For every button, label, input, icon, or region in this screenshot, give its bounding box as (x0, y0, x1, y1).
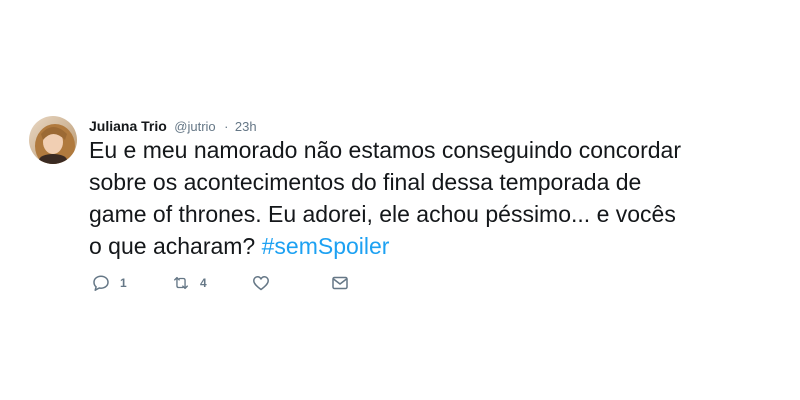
hashtag-link[interactable]: #semSpoiler (262, 233, 390, 259)
tweet-text-line: sobre os acontecimentos do final dessa t… (89, 169, 642, 195)
tweet-header: Juliana Trio @jutrio · 23h (89, 117, 257, 135)
envelope-icon (331, 274, 349, 292)
author-handle: @jutrio (174, 119, 216, 134)
tweet-card[interactable]: Juliana Trio @jutrio · 23h Eu e meu namo… (0, 0, 800, 400)
reply-count: 1 (120, 276, 127, 290)
header-separator: · (224, 119, 229, 134)
avatar-photo (29, 116, 77, 164)
tweet-text-line-last: o que acharam? #semSpoiler (89, 230, 779, 262)
avatar[interactable] (29, 116, 77, 164)
tweet-text: Eu e meu namorado não estamos conseguind… (89, 134, 779, 262)
retweet-icon (172, 274, 190, 292)
retweet-button[interactable]: 4 (172, 273, 207, 293)
direct-message-button[interactable] (331, 273, 349, 293)
reply-button[interactable]: 1 (92, 273, 127, 293)
heart-icon (252, 274, 270, 292)
tweet-timestamp[interactable]: 23h (235, 119, 257, 134)
retweet-count: 4 (200, 276, 207, 290)
author-name[interactable]: Juliana Trio (89, 118, 167, 134)
like-button[interactable] (252, 273, 270, 293)
tweet-text-line: Eu e meu namorado não estamos conseguind… (89, 137, 681, 163)
tweet-text-line-content: o que acharam? (89, 233, 262, 259)
reply-icon (92, 274, 110, 292)
tweet-text-line: game of thrones. Eu adorei, ele achou pé… (89, 201, 676, 227)
